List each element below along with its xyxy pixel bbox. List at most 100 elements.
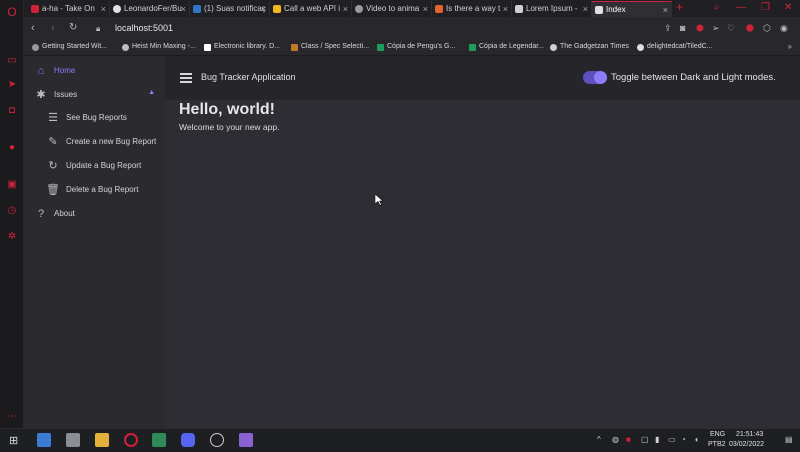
app-icon[interactable] — [37, 433, 51, 447]
tray-app-icon[interactable]: ■ — [626, 435, 631, 444]
wifi-icon[interactable]: ◔ — [681, 435, 686, 444]
nav-about[interactable]: ? About — [24, 202, 165, 226]
account-icon[interactable]: ◉ — [780, 23, 788, 34]
language-indicator[interactable]: ENG — [710, 431, 725, 438]
taskbar: ⊞ ^ ◍ ■ ▢ ▮ ▭ ◔ ◖ ENG PTB2 21:51:43 03/0… — [0, 428, 800, 452]
bookmark-label: Class / Spec Selecti... — [301, 43, 370, 50]
lock-icon: 🔒︎ — [96, 24, 101, 33]
tab[interactable]: Video to anima × — [352, 1, 432, 17]
bag-icon[interactable]: ◘ — [5, 104, 19, 118]
github-icon — [637, 44, 644, 51]
discord-tray-icon[interactable]: ◍ — [612, 435, 619, 444]
discord-icon[interactable] — [181, 433, 195, 447]
tab[interactable]: Lorem Ipsum - × — [512, 1, 592, 17]
forward-icon[interactable]: › — [51, 22, 55, 34]
abp-icon[interactable]: ⬣ — [746, 23, 754, 34]
network-icon[interactable]: ▭ — [668, 435, 676, 444]
chevron-up-icon[interactable]: ^ — [597, 435, 601, 444]
whatsapp-icon[interactable]: ● — [5, 141, 19, 155]
tab[interactable]: Is there a way t × — [432, 1, 512, 17]
close-icon[interactable]: × — [503, 1, 508, 17]
close-icon[interactable]: × — [101, 1, 106, 17]
tab-label: Is there a way t — [446, 4, 501, 13]
bookmark[interactable]: Cópia de Pengu's G... — [377, 43, 455, 51]
camera-icon[interactable]: ◙ — [680, 23, 685, 33]
nav-create-bug-report[interactable]: ✎ Create a new Bug Report — [24, 130, 165, 154]
bookmark-label: Heist Min Maxing -... — [132, 43, 196, 50]
close-icon[interactable]: × — [181, 1, 186, 17]
minimize-icon[interactable]: — — [736, 2, 746, 13]
tab[interactable]: LeonardoFer/Bu × — [110, 1, 190, 17]
bookmark-label: delightedcat/TiledC... — [647, 43, 713, 50]
close-icon[interactable]: × — [343, 1, 348, 17]
bookmark[interactable]: The Gadgetzan Times — [550, 43, 629, 51]
app-icon[interactable] — [152, 433, 166, 447]
tab[interactable]: a-ha - Take On × — [28, 1, 110, 17]
opera-icon[interactable] — [124, 433, 138, 447]
microphone-icon[interactable]: ▮ — [655, 435, 659, 444]
bookmark[interactable]: Electronic library. D... — [204, 43, 280, 51]
start-icon[interactable]: ⊞ — [9, 434, 18, 447]
adblock-icon[interactable]: ⬢ — [696, 23, 704, 34]
search-tabs-icon[interactable]: ⌕ — [714, 2, 720, 13]
arrow-icon[interactable]: ➤ — [5, 78, 19, 92]
url-field[interactable]: localhost:5001 — [115, 23, 173, 33]
share-icon[interactable]: ⇪ — [664, 23, 672, 34]
close-icon[interactable]: × — [583, 1, 588, 17]
player-icon[interactable]: ▣ — [5, 178, 19, 192]
controller-icon[interactable]: ▭ — [5, 54, 19, 68]
nav-home[interactable]: ⌂ Home — [24, 59, 165, 83]
nav-label: See Bug Reports — [66, 113, 127, 122]
keyboard-layout[interactable]: PTB2 — [708, 441, 726, 448]
bookmark[interactable]: Heist Min Maxing -... — [122, 43, 196, 51]
stackoverflow-icon — [435, 5, 443, 13]
clock-date[interactable]: 03/02/2022 — [729, 441, 764, 448]
nav-issues[interactable]: ✱ Issues ▲ — [24, 83, 165, 107]
mouse-cursor-icon — [375, 194, 383, 206]
nav-delete-bug-report[interactable]: 🗑︎ Delete a Bug Report — [24, 178, 165, 202]
heart-icon[interactable]: ♡ — [727, 23, 735, 34]
volume-icon[interactable]: ◖ — [694, 435, 699, 444]
bookmark-label: Cópia de Legendar... — [479, 43, 544, 50]
send-icon[interactable]: ➢ — [712, 23, 720, 34]
bookmark[interactable]: delightedcat/TiledC... — [637, 43, 713, 51]
nav-sidebar: ⌂ Home ✱ Issues ▲ ☰ See Bug Reports ✎ Cr… — [24, 56, 165, 428]
opera-logo-icon[interactable]: O — [5, 5, 19, 19]
nav-see-bug-reports[interactable]: ☰ See Bug Reports — [24, 106, 165, 130]
bookmark[interactable]: Getting Started Wit... — [32, 43, 107, 51]
bookmark[interactable]: Class / Spec Selecti... — [291, 43, 370, 51]
theme-toggle[interactable] — [583, 71, 607, 84]
tab-label: LeonardoFer/Bu — [124, 4, 182, 13]
nav-label: Update a Bug Report — [66, 161, 142, 170]
chevron-right-icon[interactable]: » — [788, 42, 792, 51]
new-tab-icon[interactable]: + — [676, 0, 683, 14]
more-icon[interactable]: ⋯ — [5, 410, 19, 424]
tab-active[interactable]: Index × — [592, 1, 672, 17]
notifications-icon[interactable]: ▤ — [785, 435, 793, 444]
nav-label: About — [54, 209, 75, 218]
close-icon[interactable]: × — [423, 1, 428, 17]
tray-app-icon[interactable]: ▢ — [641, 435, 649, 444]
close-icon[interactable]: × — [261, 1, 266, 17]
back-icon[interactable]: ‹ — [31, 22, 35, 34]
bookmark[interactable]: Cópia de Legendar... — [469, 43, 544, 51]
visual-studio-icon[interactable] — [239, 433, 253, 447]
settings-icon[interactable]: ✲ — [5, 230, 19, 244]
tab[interactable]: (1) Suas notificaç × — [190, 1, 270, 17]
reload-icon[interactable]: ↻ — [69, 22, 77, 33]
app-title: Bug Tracker Application — [201, 72, 296, 82]
menu-icon[interactable] — [180, 73, 192, 83]
tab[interactable]: Call a web API i × — [270, 1, 352, 17]
history-icon[interactable]: ◷ — [5, 204, 19, 218]
clock-time[interactable]: 21:51:43 — [736, 431, 763, 438]
app-icon[interactable] — [66, 433, 80, 447]
restore-icon[interactable]: ❐ — [761, 2, 770, 13]
app-icon[interactable] — [210, 433, 224, 447]
file-explorer-icon[interactable] — [95, 433, 109, 447]
vpn-icon[interactable]: ⬡ — [763, 23, 771, 34]
close-window-icon[interactable]: ✕ — [784, 2, 792, 13]
library-icon — [204, 44, 211, 51]
close-icon[interactable]: × — [663, 2, 668, 17]
nav-update-bug-report[interactable]: ↻ Update a Bug Report — [24, 154, 165, 178]
tab-favicon-icon — [31, 5, 39, 13]
